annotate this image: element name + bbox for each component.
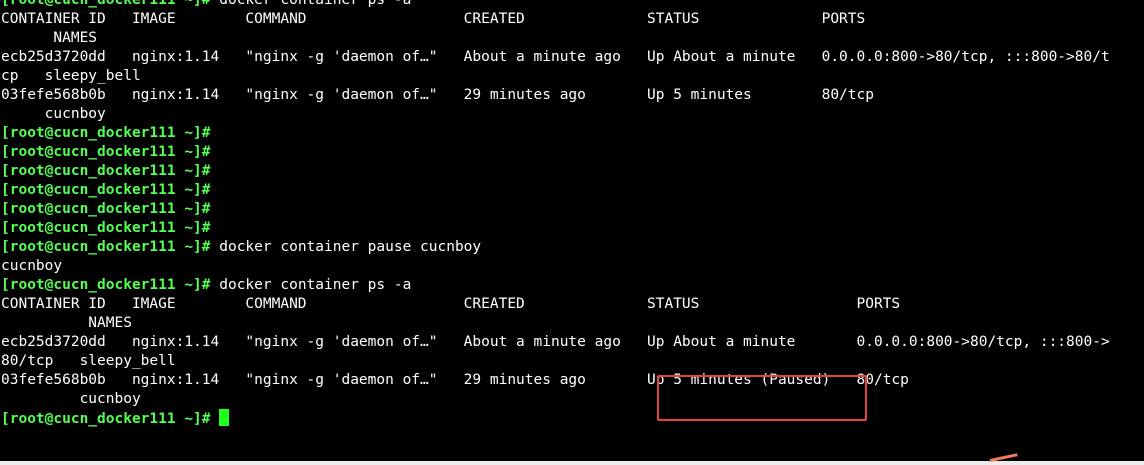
prompt-line: [root@cucn_docker111 ~]# bbox=[1, 124, 1144, 143]
terminal-output[interactable]: [root@cucn_docker111 ~]# docker containe… bbox=[1, 0, 1144, 428]
output-line: ecb25d3720dd nginx:1.14 "nginx -g 'daemo… bbox=[1, 49, 1110, 65]
prompt-line: [root@cucn_docker111 ~]# bbox=[1, 143, 1144, 162]
command-text: docker container ps -a bbox=[210, 277, 412, 293]
output-line: 03fefe568b0b nginx:1.14 "nginx -g 'daemo… bbox=[1, 87, 874, 103]
active-prompt-line: [root@cucn_docker111 ~]# bbox=[1, 409, 1144, 428]
output-line: cucnboy bbox=[1, 258, 63, 274]
shell-prompt: [root@cucn_docker111 ~]# bbox=[1, 277, 211, 293]
prompt-line: [root@cucn_docker111 ~]# bbox=[1, 162, 1144, 181]
window-bottom-edge bbox=[0, 461, 1144, 465]
shell-prompt: [root@cucn_docker111 ~]# bbox=[1, 163, 211, 179]
shell-prompt: [root@cucn_docker111 ~]# bbox=[1, 144, 211, 160]
shell-prompt: [root@cucn_docker111 ~]# bbox=[1, 411, 211, 427]
shell-prompt: [root@cucn_docker111 ~]# bbox=[1, 239, 211, 255]
output-line: cucnboy bbox=[1, 391, 141, 407]
shell-prompt: [root@cucn_docker111 ~]# bbox=[1, 182, 211, 198]
shell-prompt: [root@cucn_docker111 ~]# bbox=[1, 0, 211, 8]
prompt-line: [root@cucn_docker111 ~]# bbox=[1, 219, 1144, 238]
output-line: ecb25d3720dd nginx:1.14 "nginx -g 'daemo… bbox=[1, 334, 1110, 350]
prompt-line: [root@cucn_docker111 ~]# bbox=[1, 200, 1144, 219]
prompt-line: [root@cucn_docker111 ~]# docker containe… bbox=[1, 0, 1144, 10]
output-line: NAMES bbox=[1, 30, 98, 46]
command-text bbox=[211, 411, 220, 427]
prompt-line: [root@cucn_docker111 ~]# bbox=[1, 181, 1144, 200]
output-line: cucnboy bbox=[1, 106, 106, 122]
output-line: CONTAINER ID IMAGE COMMAND CREATED STATU… bbox=[1, 11, 866, 27]
command-text: docker container pause cucnboy bbox=[210, 239, 482, 255]
output-line: 03fefe568b0b nginx:1.14 "nginx -g 'daemo… bbox=[1, 372, 909, 388]
prompt-line: [root@cucn_docker111 ~]# docker containe… bbox=[1, 238, 1144, 257]
output-line: CONTAINER ID IMAGE COMMAND CREATED STATU… bbox=[1, 296, 901, 312]
output-line: NAMES bbox=[1, 315, 132, 331]
shell-prompt: [root@cucn_docker111 ~]# bbox=[1, 125, 211, 141]
command-text: docker container ps -a bbox=[210, 0, 412, 8]
prompt-line: [root@cucn_docker111 ~]# docker containe… bbox=[1, 276, 1144, 295]
output-line: cp sleepy_bell bbox=[1, 68, 141, 84]
paused-status-highlight bbox=[657, 375, 867, 421]
shell-prompt: [root@cucn_docker111 ~]# bbox=[1, 201, 211, 217]
output-line: 80/tcp sleepy_bell bbox=[1, 353, 176, 369]
shell-prompt: [root@cucn_docker111 ~]# bbox=[1, 220, 211, 236]
cursor-block[interactable] bbox=[219, 409, 230, 426]
